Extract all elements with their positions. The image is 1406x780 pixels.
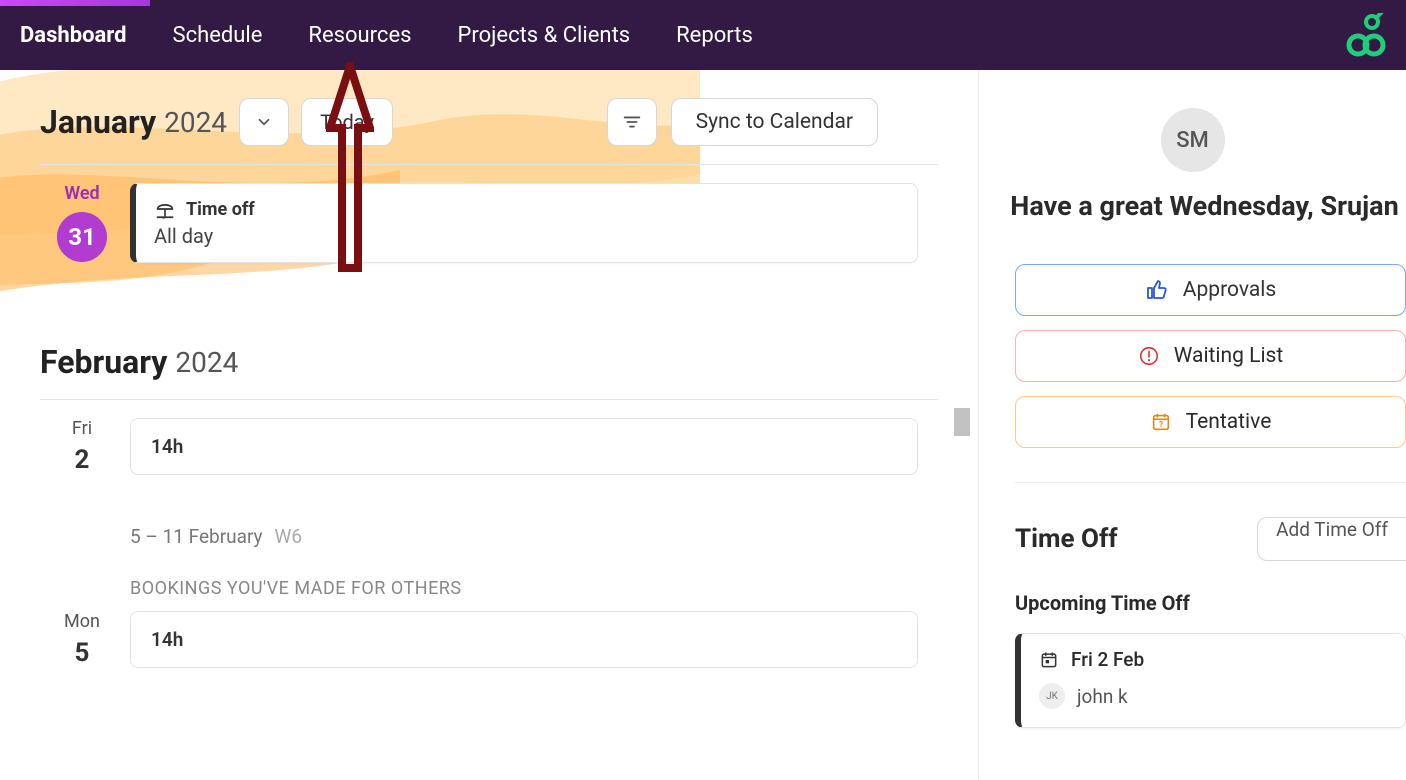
top-nav: Dashboard Schedule Resources Projects & … (0, 0, 1406, 70)
day-row-feb-5: Mon 5 14h (0, 611, 978, 688)
calendar-icon (1039, 650, 1059, 670)
upcoming-timeoff-label: Upcoming Time Off (1015, 591, 1406, 615)
waiting-list-button[interactable]: Waiting List (1015, 330, 1406, 382)
approvals-label: Approvals (1183, 278, 1276, 302)
timeoff-heading: Time Off (1015, 524, 1118, 554)
umbrella-icon (154, 198, 176, 220)
nav-reports[interactable]: Reports (676, 23, 753, 48)
day-name: Wed (34, 183, 130, 204)
hours-card[interactable]: 14h (130, 611, 918, 668)
person-avatar-mini: JK (1039, 683, 1065, 709)
sync-calendar-button[interactable]: Sync to Calendar (671, 98, 878, 146)
thumbs-up-icon (1145, 278, 1169, 302)
waiting-list-label: Waiting List (1174, 344, 1284, 368)
side-panel: SM Have a great Wednesday, Srujan Approv… (978, 70, 1406, 780)
upcoming-timeoff-card[interactable]: Fri 2 Feb JK john k (1015, 633, 1406, 728)
alert-circle-icon (1138, 345, 1160, 367)
hours-card[interactable]: 14h (130, 418, 918, 475)
month-year: 2024 (175, 346, 238, 379)
day-name: Fri (34, 418, 130, 439)
event-card-timeoff[interactable]: Time off All day (130, 183, 918, 263)
day-row-jan-31: Wed 31 Time off All day (0, 165, 978, 283)
day-number-active[interactable]: 31 (57, 212, 107, 262)
greeting-text: Have a great Wednesday, Srujan (979, 190, 1406, 222)
filter-icon (621, 111, 643, 133)
event-subtitle: All day (154, 224, 899, 248)
chevron-down-icon (255, 113, 273, 131)
app-logo-icon[interactable] (1346, 13, 1386, 57)
month-name: January (40, 103, 156, 141)
day-number: 5 (34, 638, 130, 668)
bookings-for-others-label: BOOKINGS YOU'VE MADE FOR OTHERS (0, 578, 978, 599)
nav-schedule[interactable]: Schedule (173, 23, 263, 48)
month-name: February (40, 343, 167, 381)
month-year: 2024 (164, 106, 227, 139)
month-header-february: February 2024 (0, 283, 978, 399)
calendar-question-icon: ? (1150, 411, 1172, 433)
tentative-button[interactable]: ? Tentative (1015, 396, 1406, 448)
week-range: 5 – 11 FebruaryW6 (0, 525, 978, 548)
today-button[interactable]: Today (301, 98, 393, 146)
upcoming-date: Fri 2 Feb (1071, 648, 1144, 671)
week-number: W6 (275, 525, 303, 548)
day-number: 2 (34, 445, 130, 475)
day-name: Mon (34, 611, 130, 632)
svg-text:?: ? (1159, 420, 1163, 430)
month-header-january: January 2024 Today Sync to Calendar (0, 70, 978, 164)
nav-dashboard[interactable]: Dashboard (20, 23, 127, 48)
filter-button[interactable] (607, 98, 657, 146)
add-timeoff-button[interactable]: Add Time Off (1257, 517, 1406, 561)
approvals-button[interactable]: Approvals (1015, 264, 1406, 316)
day-row-feb-2: Fri 2 14h (0, 400, 978, 495)
month-picker-button[interactable] (239, 98, 289, 146)
tentative-label: Tentative (1186, 410, 1272, 434)
schedule-pane: January 2024 Today Sync to Calendar Wed … (0, 70, 978, 780)
progress-indicator (0, 0, 150, 6)
nav-resources[interactable]: Resources (308, 23, 411, 48)
event-title-text: Time off (186, 199, 255, 220)
nav-projects-clients[interactable]: Projects & Clients (457, 23, 630, 48)
upcoming-person-name: john k (1077, 685, 1128, 708)
user-avatar[interactable]: SM (1161, 108, 1225, 172)
